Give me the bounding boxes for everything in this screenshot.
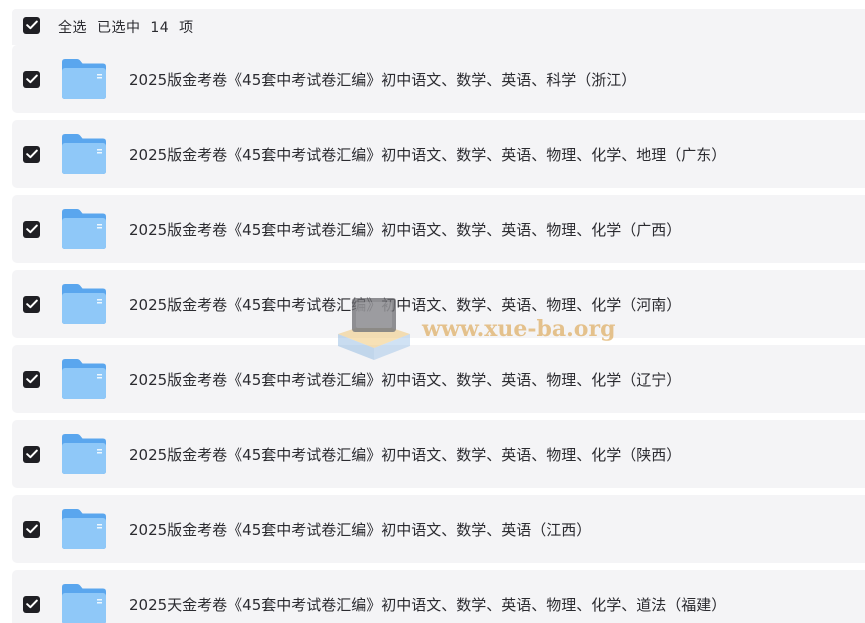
checkmark-icon <box>25 599 38 609</box>
file-name[interactable]: 2025版金考卷《45套中考试卷汇编》初中语文、数学、英语、物理、化学（河南） <box>129 294 681 315</box>
file-name[interactable]: 2025版金考卷《45套中考试卷汇编》初中语文、数学、英语、科学（浙江） <box>129 69 636 90</box>
checkmark-icon <box>25 74 38 84</box>
folder-icon <box>62 584 106 623</box>
checkmark-icon <box>25 149 38 159</box>
file-row[interactable]: 2025天金考卷《45套中考试卷汇编》初中语文、数学、英语、物理、化学、道法（福… <box>12 570 865 623</box>
row-checkbox[interactable] <box>23 370 40 388</box>
checkmark-icon <box>25 224 38 234</box>
folder-icon <box>62 359 106 399</box>
file-name[interactable]: 2025天金考卷《45套中考试卷汇编》初中语文、数学、英语、物理、化学、道法（福… <box>129 594 726 615</box>
file-list: 2025版金考卷《45套中考试卷汇编》初中语文、数学、英语、科学（浙江） 2025… <box>12 45 865 623</box>
file-row[interactable]: 2025版金考卷《45套中考试卷汇编》初中语文、数学、英语、物理、化学（辽宁） <box>12 345 865 413</box>
file-row[interactable]: 2025版金考卷《45套中考试卷汇编》初中语文、数学、英语、科学（浙江） <box>12 45 865 113</box>
file-row[interactable]: 2025版金考卷《45套中考试卷汇编》初中语文、数学、英语、物理、化学（陕西） <box>12 420 865 488</box>
folder-icon <box>62 509 106 549</box>
row-checkbox[interactable] <box>23 220 40 238</box>
checkmark-icon <box>25 449 38 459</box>
folder-icon <box>62 134 106 174</box>
select-all-label[interactable]: 全选 <box>58 17 87 37</box>
folder-icon <box>62 209 106 249</box>
folder-icon <box>62 284 106 324</box>
row-checkbox[interactable] <box>23 295 40 313</box>
select-all-checkbox[interactable] <box>23 16 40 34</box>
file-row[interactable]: 2025版金考卷《45套中考试卷汇编》初中语文、数学、英语、物理、化学（河南） <box>12 270 865 338</box>
folder-icon <box>62 59 106 99</box>
file-name[interactable]: 2025版金考卷《45套中考试卷汇编》初中语文、数学、英语、物理、化学（广西） <box>129 219 681 240</box>
file-row[interactable]: 2025版金考卷《45套中考试卷汇编》初中语文、数学、英语（江西） <box>12 495 865 563</box>
file-list-page: 全选 已选中 14 项 2025版金考卷《45套中考试卷汇编》初中语文、数学、英… <box>0 0 865 623</box>
row-checkbox[interactable] <box>23 445 40 463</box>
row-checkbox[interactable] <box>23 145 40 163</box>
folder-icon <box>62 434 106 474</box>
checkmark-icon <box>25 374 38 384</box>
file-row[interactable]: 2025版金考卷《45套中考试卷汇编》初中语文、数学、英语、物理、化学（广西） <box>12 195 865 263</box>
checkmark-icon <box>25 299 38 309</box>
row-checkbox[interactable] <box>23 520 40 538</box>
selected-count-label: 已选中 14 项 <box>97 20 194 36</box>
file-name[interactable]: 2025版金考卷《45套中考试卷汇编》初中语文、数学、英语、物理、化学、地理（广… <box>129 144 726 165</box>
checkmark-icon <box>25 20 38 30</box>
row-checkbox[interactable] <box>23 595 40 613</box>
file-row[interactable]: 2025版金考卷《45套中考试卷汇编》初中语文、数学、英语、物理、化学、地理（广… <box>12 120 865 188</box>
selection-toolbar: 全选 已选中 14 项 <box>12 9 865 45</box>
checkmark-icon <box>25 524 38 534</box>
file-name[interactable]: 2025版金考卷《45套中考试卷汇编》初中语文、数学、英语、物理、化学（陕西） <box>129 444 681 465</box>
row-checkbox[interactable] <box>23 70 40 88</box>
file-name[interactable]: 2025版金考卷《45套中考试卷汇编》初中语文、数学、英语（江西） <box>129 519 591 540</box>
file-name[interactable]: 2025版金考卷《45套中考试卷汇编》初中语文、数学、英语、物理、化学（辽宁） <box>129 369 681 390</box>
